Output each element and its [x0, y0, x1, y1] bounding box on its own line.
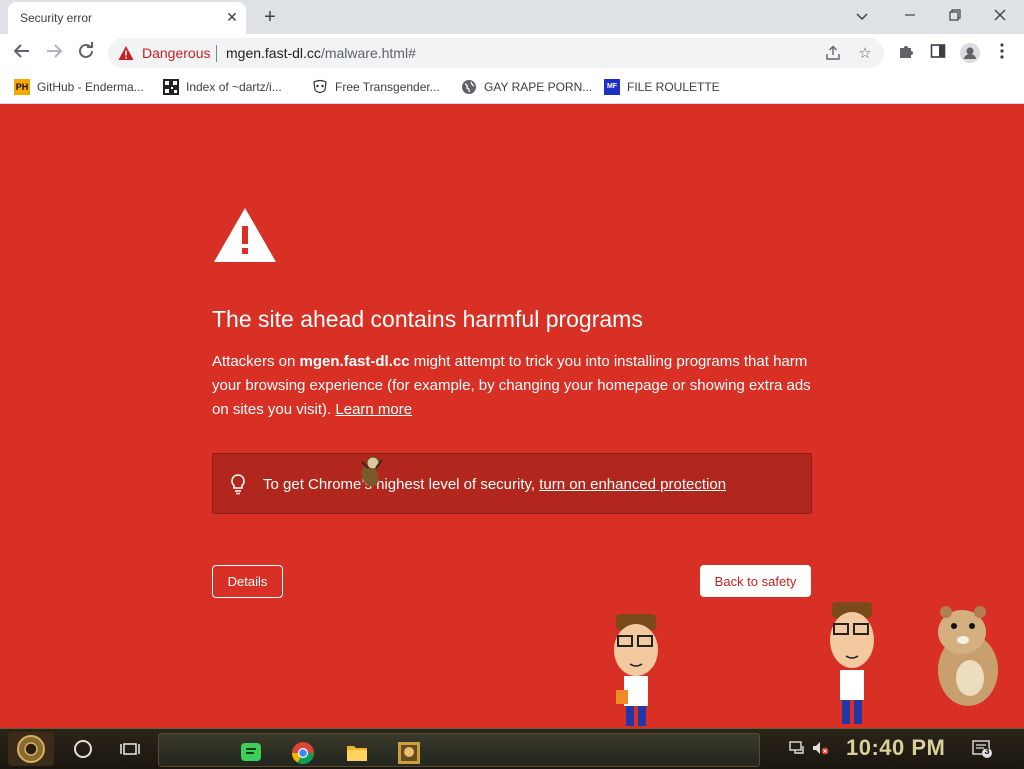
bookmark-label: Free Transgender...: [335, 80, 440, 94]
minimize-icon[interactable]: [898, 6, 922, 26]
address-bar[interactable]: Dangerous mgen.fast-dl.cc/malware.html# …: [108, 38, 884, 68]
bookmark-free-transgender[interactable]: Free Transgender...: [312, 78, 440, 96]
bookmark-label: GAY RAPE PORN...: [484, 80, 593, 94]
enhanced-protection-hint: To get Chrome’s highest level of securit…: [212, 453, 812, 514]
warning-triangle-icon: [214, 208, 276, 262]
hint-text: To get Chrome’s highest level of securit…: [263, 476, 726, 493]
enhanced-protection-link[interactable]: turn on enhanced protection: [539, 476, 726, 493]
cartoon-man-pet-left-icon: [614, 614, 658, 726]
file-explorer-icon[interactable]: [345, 741, 369, 765]
network-icon[interactable]: [788, 741, 806, 757]
explanation-paragraph: Attackers on mgen.fast-dl.cc might attem…: [212, 350, 812, 422]
tab-title: Security error: [20, 11, 93, 25]
close-tab-icon[interactable]: ✕: [224, 9, 240, 25]
media-app-icon[interactable]: [397, 741, 421, 765]
safe-browsing-interstitial: The site ahead contains harmful programs…: [0, 104, 1024, 728]
cartoon-man-pet-right-icon: [830, 602, 874, 724]
tab-strip: Security error ✕ +: [0, 0, 1024, 34]
share-icon[interactable]: [824, 45, 842, 63]
tab-search-chevron-icon[interactable]: [850, 6, 874, 26]
globe-icon: [461, 79, 477, 95]
bookmark-file-roulette[interactable]: MF FILE ROULETTE: [604, 78, 720, 96]
learn-more-link[interactable]: Learn more: [335, 401, 412, 418]
url-path: /malware.html#: [320, 45, 416, 61]
reload-icon[interactable]: [75, 42, 97, 64]
bookmark-label: Index of ~dartz/i...: [186, 80, 282, 94]
back-to-safety-button[interactable]: Back to safety: [700, 565, 811, 597]
mask-favicon-icon: [312, 79, 328, 95]
taskbar-clock[interactable]: 10:40 PM: [846, 735, 945, 761]
bookmarks-bar: PH GitHub - Enderma... Index of ~dartz/i…: [0, 72, 1024, 104]
mf-favicon-icon: MF: [604, 79, 620, 95]
page-heading: The site ahead contains harmful programs: [212, 306, 643, 332]
profile-avatar-icon[interactable]: [960, 43, 980, 63]
notification-center-icon[interactable]: 3: [972, 740, 992, 758]
chat-app-icon[interactable]: [239, 741, 263, 765]
bee-cursor-pet-icon: [361, 456, 383, 487]
back-arrow-icon[interactable]: [11, 42, 33, 64]
url-text[interactable]: mgen.fast-dl.cc/malware.html#: [226, 45, 416, 61]
new-tab-icon[interactable]: +: [258, 5, 282, 29]
chrome-menu-kebab-icon[interactable]: [992, 43, 1012, 63]
start-button-icon[interactable]: [8, 732, 54, 766]
windows-taskbar: 10:40 PM 3: [0, 728, 1024, 769]
ph-favicon-icon: PH: [14, 79, 30, 95]
notification-count: 3: [984, 746, 990, 756]
forward-arrow-icon[interactable]: [43, 42, 65, 64]
bookmark-index-dartz[interactable]: Index of ~dartz/i...: [163, 78, 282, 96]
tab-security-error[interactable]: Security error ✕: [8, 2, 246, 34]
extensions-puzzle-icon[interactable]: [896, 43, 916, 63]
side-panel-icon[interactable]: [928, 43, 948, 63]
danger-warning-icon[interactable]: [118, 45, 134, 61]
dangerous-label[interactable]: Dangerous: [142, 45, 211, 61]
bookmark-label: GitHub - Enderma...: [37, 80, 144, 94]
task-view-icon[interactable]: [120, 739, 140, 759]
para-text-start: Attackers on: [212, 353, 300, 370]
bookmark-globe-site[interactable]: GAY RAPE PORN...: [461, 78, 592, 96]
taskbar-apps-panel: [158, 733, 760, 767]
omnibox-divider: [216, 45, 217, 62]
details-button[interactable]: Details: [212, 565, 283, 598]
bookmark-star-icon[interactable]: ☆: [856, 45, 874, 63]
bookmark-github[interactable]: PH GitHub - Enderma...: [14, 78, 144, 96]
restore-icon[interactable]: [943, 6, 967, 26]
browser-toolbar: Dangerous mgen.fast-dl.cc/malware.html# …: [0, 34, 1024, 72]
lightbulb-icon: [231, 474, 245, 495]
url-host: mgen.fast-dl.cc: [226, 45, 321, 61]
hamster-pet-icon: [938, 606, 998, 706]
search-circle-icon[interactable]: [74, 740, 92, 758]
para-host: mgen.fast-dl.cc: [299, 353, 410, 370]
close-window-icon[interactable]: [988, 6, 1012, 26]
qr-favicon-icon: [163, 79, 179, 95]
volume-muted-icon[interactable]: [812, 741, 830, 757]
hint-text-prefix: To get Chrome’s highest level of securit…: [263, 476, 540, 493]
bookmark-label: FILE ROULETTE: [627, 80, 720, 94]
chrome-app-icon[interactable]: [291, 741, 315, 765]
